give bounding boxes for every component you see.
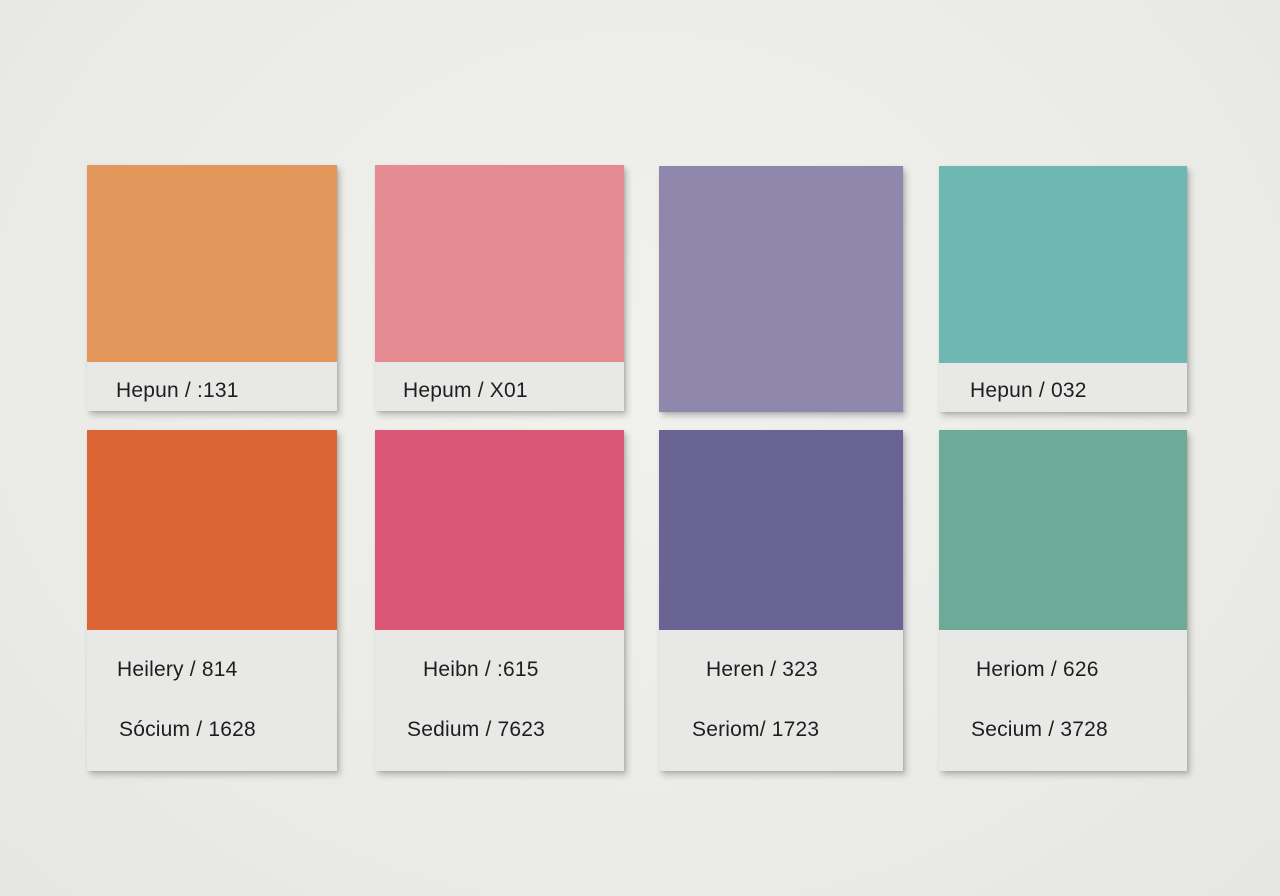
swatch-card-top-4: Hepun / 032 <box>939 166 1187 412</box>
color-swatch <box>939 430 1187 630</box>
swatch-label-secondary: Sócium / 1628 <box>119 718 256 741</box>
swatch-label-secondary: Seriom/ 1723 <box>692 718 820 741</box>
color-swatch <box>87 165 337 362</box>
swatch-card-top-1: Hepun / :131 <box>87 165 337 411</box>
swatch-label-primary: Heilery / 814 <box>117 658 238 681</box>
color-swatch <box>659 430 903 630</box>
swatch-label-primary: Heriom / 626 <box>976 658 1099 681</box>
color-swatch <box>87 430 337 630</box>
swatch-card-top-3 <box>659 166 903 412</box>
swatch-label-secondary: Secium / 3728 <box>971 718 1108 741</box>
color-swatch <box>939 166 1187 363</box>
swatch-card-bottom-3: Heren / 323 Seriom/ 1723 <box>659 430 903 771</box>
swatch-label: Hepun / :131 <box>116 379 239 402</box>
swatch-label: Hepun / 032 <box>970 379 1087 402</box>
color-swatch <box>375 165 624 362</box>
swatch-label: Hepum / X01 <box>403 379 528 402</box>
color-swatch <box>659 166 903 412</box>
swatch-label-primary: Heibn / :615 <box>423 658 539 681</box>
swatch-card-bottom-2: Heibn / :615 Sedium / 7623 <box>375 430 624 771</box>
color-swatch <box>375 430 624 630</box>
swatch-card-top-2: Hepum / X01 <box>375 165 624 411</box>
swatch-card-bottom-1: Heilery / 814 Sócium / 1628 <box>87 430 337 771</box>
swatch-card-bottom-4: Heriom / 626 Secium / 3728 <box>939 430 1187 771</box>
swatch-label-secondary: Sedium / 7623 <box>407 718 546 741</box>
swatch-label-primary: Heren / 323 <box>706 658 818 681</box>
